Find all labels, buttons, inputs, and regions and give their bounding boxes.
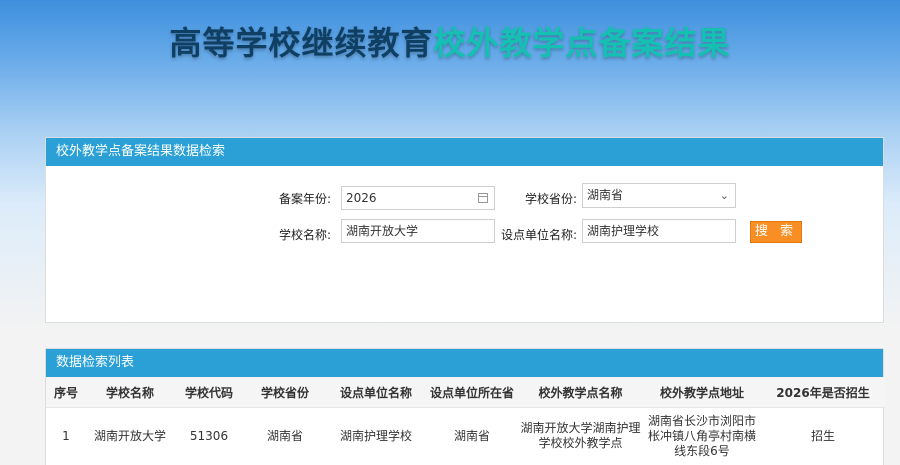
province-label: 学校省份: (524, 192, 577, 206)
column-header: 学校省份 (244, 377, 326, 408)
year-value: 2026 (346, 191, 377, 205)
year-label: 备案年份: (278, 192, 331, 206)
search-button[interactable]: 搜 索 (750, 221, 802, 243)
results-panel-title: 数据检索列表 (46, 349, 883, 377)
table-cell: 湖南省 (453, 428, 490, 443)
province-select[interactable]: 湖南省 ⌄ (582, 183, 736, 208)
page-title-accent: 校外教学点备案结果 (433, 24, 731, 62)
table-header-row: 序号 学校名称 学校代码 学校省份 设点单位名称 设点单位所在省 校外教学点名称… (46, 377, 885, 408)
column-header: 设点单位所在省 (426, 377, 518, 408)
table-cell: 湖南开放大学湖南护理学校校外教学点 (520, 421, 641, 450)
column-header: 学校代码 (174, 377, 244, 408)
column-header: 设点单位名称 (326, 377, 426, 408)
table-cell: 湖南护理学校 (339, 428, 412, 443)
table-row: 1 湖南开放大学 51306 湖南省 湖南护理学校 湖南省 湖南开放大学湖南护理… (46, 408, 885, 465)
school-name-input[interactable]: 湖南开放大学 (341, 219, 495, 243)
table-cell: 1 (62, 428, 70, 443)
table-cell: 湖南开放大学 (93, 428, 166, 443)
column-header: 校外教学点名称 (518, 377, 643, 408)
table-cell: 湖南省长沙市浏阳市枨冲镇八角亭村南横线东段6号 (647, 413, 756, 458)
page-title: 高等学校继续教育校外教学点备案结果 (0, 18, 900, 64)
unit-name-value: 湖南护理学校 (587, 224, 660, 238)
results-panel: 数据检索列表 序号 学校名称 学校代码 学校省份 设点单位名称 设点单位所在省 … (45, 348, 885, 465)
column-header: 学校名称 (86, 377, 174, 408)
calendar-icon[interactable] (478, 193, 488, 203)
page-title-main: 高等学校继续教育 (169, 24, 434, 62)
table-cell: 湖南省 (266, 428, 303, 443)
table-cell: 51306 (189, 428, 229, 443)
unit-name-input[interactable]: 湖南护理学校 (582, 219, 736, 243)
chevron-down-icon: ⌄ (719, 189, 729, 202)
province-value: 湖南省 (587, 188, 624, 202)
school-label: 学校名称: (278, 228, 331, 242)
column-header: 校外教学点地址 (643, 377, 761, 408)
column-header: 序号 (46, 377, 86, 408)
search-panel: 校外教学点备案结果数据检索 备案年份: 2026 学校省份: 湖南省 ⌄ 学校名… (45, 137, 884, 323)
year-field[interactable]: 2026 (341, 186, 495, 210)
results-table: 序号 学校名称 学校代码 学校省份 设点单位名称 设点单位所在省 校外教学点名称… (46, 377, 885, 464)
table-cell: 招生 (810, 428, 835, 443)
school-name-value: 湖南开放大学 (346, 224, 419, 238)
unit-label: 设点单位名称: (500, 228, 577, 242)
search-panel-title: 校外教学点备案结果数据检索 (46, 138, 883, 166)
column-header: 2026年是否招生 (761, 377, 885, 408)
